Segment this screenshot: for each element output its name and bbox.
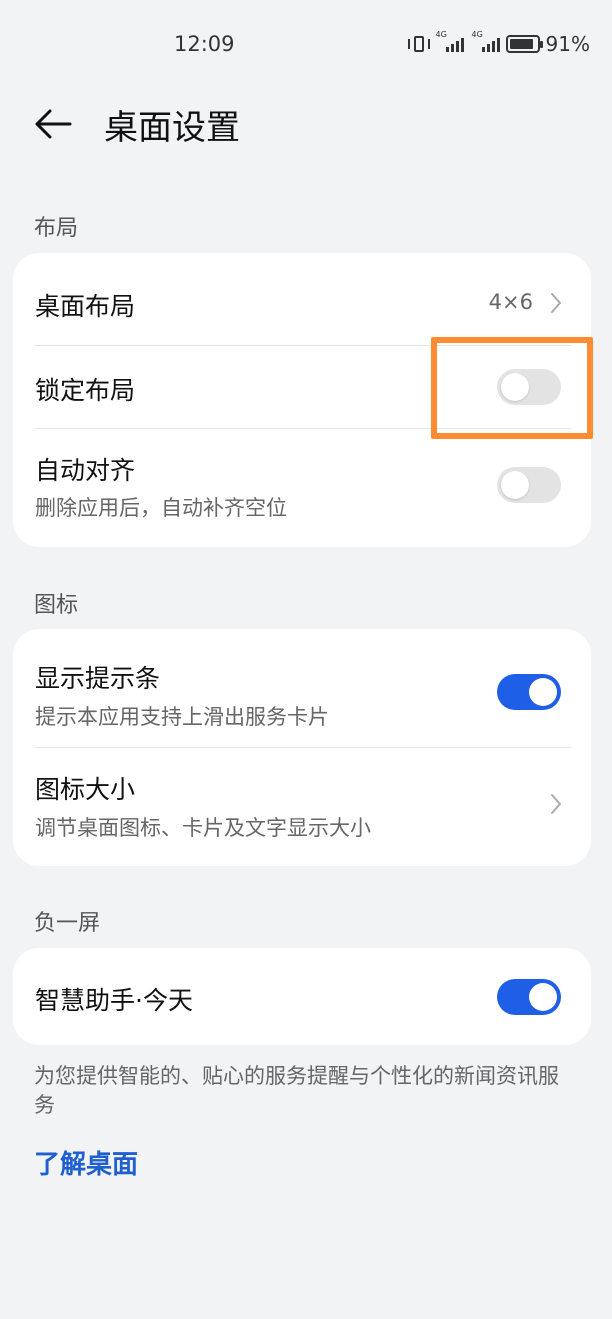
auto-align-row: 自动对齐 删除应用后，自动补齐空位 [13, 429, 591, 547]
battery-level-fill [509, 39, 534, 49]
section-header-layout: 布局 [34, 216, 79, 241]
chevron-right-icon [551, 794, 561, 814]
minus-one-screen-card: 智慧助手·今天 [13, 948, 591, 1045]
icon-size-title: 图标大小 [35, 775, 136, 804]
desktop-layout-value: 4×6 [488, 290, 533, 314]
icons-card: 显示提示条 提示本应用支持上滑出服务卡片 图标大小 调节桌面图标、卡片及文字显示… [13, 629, 591, 866]
lock-layout-row: 锁定布局 [13, 346, 591, 428]
signal-icon: 4G [436, 30, 464, 52]
toggle-knob [529, 678, 557, 706]
smart-assistant-title: 智慧助手·今天 [35, 986, 193, 1015]
auto-align-title: 自动对齐 [35, 456, 136, 485]
toggle-knob [501, 373, 529, 401]
show-hint-bar-row: 显示提示条 提示本应用支持上滑出服务卡片 [13, 629, 591, 747]
battery-icon [505, 35, 543, 53]
auto-align-subtitle: 删除应用后，自动补齐空位 [35, 496, 287, 520]
status-icons: 4G 4G 91% [407, 30, 590, 56]
smart-assistant-toggle[interactable] [497, 979, 561, 1015]
chevron-right-icon [551, 293, 561, 313]
toggle-knob [501, 471, 529, 499]
desktop-layout-row[interactable]: 桌面布局 4×6 [13, 253, 591, 345]
show-hint-bar-subtitle: 提示本应用支持上滑出服务卡片 [35, 705, 329, 729]
icon-size-row[interactable]: 图标大小 调节桌面图标、卡片及文字显示大小 [13, 748, 591, 866]
signal-icon: 4G [472, 30, 500, 52]
section-header-minus-one-screen: 负一屏 [34, 911, 101, 936]
layout-card: 桌面布局 4×6 锁定布局 自动对齐 删除应用后，自动补齐空位 [13, 253, 591, 547]
status-bar: 12:09 4G 4G 91% [0, 0, 612, 90]
toggle-knob [529, 983, 557, 1011]
network-type-label: 4G [435, 30, 447, 39]
page-title: 桌面设置 [104, 108, 240, 148]
vibrate-icon [407, 34, 430, 54]
icon-size-subtitle: 调节桌面图标、卡片及文字显示大小 [35, 816, 371, 840]
show-hint-bar-toggle[interactable] [497, 674, 561, 710]
auto-align-toggle[interactable] [497, 467, 561, 503]
show-hint-bar-title: 显示提示条 [35, 664, 161, 693]
lock-layout-toggle[interactable] [497, 369, 561, 405]
status-time: 12:09 [174, 32, 235, 56]
network-type-label: 4G [471, 30, 483, 39]
section-header-icons: 图标 [34, 593, 79, 618]
desktop-layout-title: 桌面布局 [35, 292, 136, 321]
arrow-left-icon[interactable] [30, 102, 74, 146]
learn-desktop-link[interactable]: 了解桌面 [34, 1144, 138, 1181]
battery-percent: 91% [545, 32, 590, 56]
smart-assistant-row: 智慧助手·今天 [13, 948, 591, 1045]
lock-layout-title: 锁定布局 [35, 376, 136, 405]
footer-description: 为您提供智能的、贴心的服务提醒与个性化的新闻资讯服务 [34, 1064, 559, 1117]
